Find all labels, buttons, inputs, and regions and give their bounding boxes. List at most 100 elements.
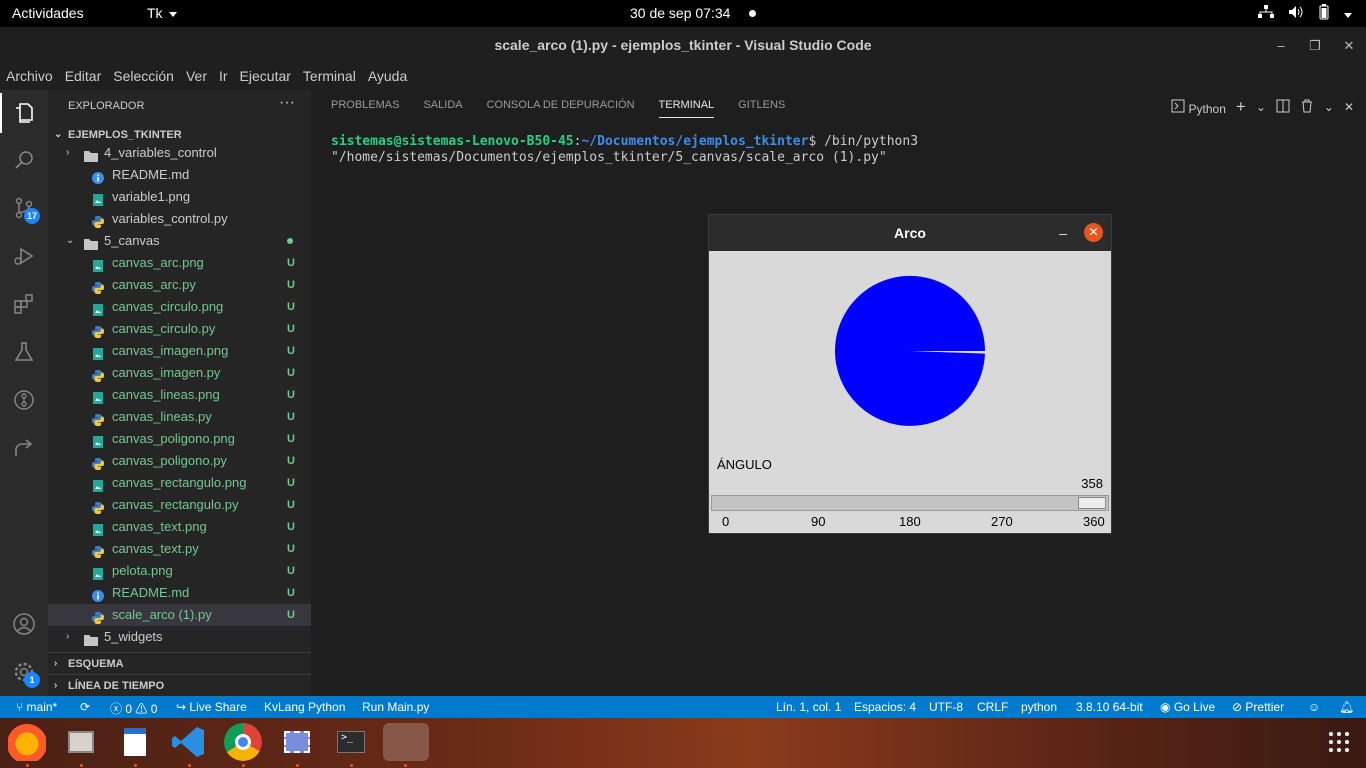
tab-salida[interactable]: SALIDA <box>423 99 462 118</box>
outline-section[interactable]: › ESQUEMA <box>48 652 311 674</box>
tree-folder[interactable]: ⌄ 5_canvas <box>48 230 311 252</box>
more-actions-icon[interactable]: ··· <box>279 94 295 112</box>
run-main-button[interactable]: Run Main.py <box>362 700 429 714</box>
tk-title-bar[interactable]: Arco – ✕ <box>709 215 1111 251</box>
tab-terminal[interactable]: TERMINAL <box>658 99 715 118</box>
tree-file[interactable]: canvas_rectangulo.py U <box>48 494 311 516</box>
kvlang-button[interactable]: KvLang Python <box>264 700 345 714</box>
tree-file[interactable]: README.md U <box>48 582 311 604</box>
network-icon[interactable] <box>1258 5 1274 22</box>
system-tray[interactable] <box>1258 4 1352 23</box>
close-icon[interactable]: ✕ <box>1332 27 1366 64</box>
system-menu-chevron-icon[interactable] <box>1344 6 1352 22</box>
tree-folder[interactable]: › 5_widgets <box>48 626 311 648</box>
files-icon[interactable] <box>62 723 100 761</box>
indentation[interactable]: Espacios: 4 <box>854 700 916 714</box>
menu-terminal[interactable]: Terminal <box>297 64 362 90</box>
close-icon[interactable]: ✕ <box>1084 223 1103 242</box>
show-apps-grid-icon[interactable] <box>1320 723 1358 761</box>
vscode-icon[interactable] <box>170 723 208 761</box>
tree-file[interactable]: canvas_imagen.png U <box>48 340 311 362</box>
feedback-icon[interactable]: ☺ <box>1308 700 1320 714</box>
tree-file[interactable]: canvas_poligono.py U <box>48 450 311 472</box>
tree-folder[interactable]: › 4_variables_control <box>48 142 311 164</box>
tree-file[interactable]: canvas_lineas.py U <box>48 406 311 428</box>
restore-icon[interactable]: ❐ <box>1298 27 1332 64</box>
activities-button[interactable]: Actividades <box>12 5 84 21</box>
new-terminal-icon[interactable]: + <box>1236 97 1246 117</box>
tree-file[interactable]: canvas_text.py U <box>48 538 311 560</box>
menu-editar[interactable]: Editar <box>59 64 108 90</box>
live-share-icon[interactable] <box>0 428 48 468</box>
run-debug-icon[interactable] <box>0 236 48 276</box>
go-live-button[interactable]: ◉ Go Live <box>1160 700 1215 714</box>
tree-file[interactable]: canvas_rectangulo.png U <box>48 472 311 494</box>
tree-file[interactable]: canvas_imagen.py U <box>48 362 311 384</box>
cursor-position[interactable]: Lín. 1, col. 1 <box>776 700 841 714</box>
timeline-section[interactable]: › LÍNEA DE TIEMPO <box>48 674 311 696</box>
notifications-bell-icon[interactable]: 🔔︎ <box>1339 700 1354 714</box>
python-interpreter[interactable]: 3.8.10 64-bit <box>1076 700 1143 714</box>
testing-flask-icon[interactable] <box>0 332 48 372</box>
tree-file[interactable]: variables_control.py <box>48 208 311 230</box>
text-editor-icon[interactable] <box>116 723 154 761</box>
terminal-app-icon[interactable]: >_ <box>332 723 370 761</box>
extensions-icon[interactable] <box>0 284 48 324</box>
app-menu-button[interactable]: Tk <box>147 5 177 21</box>
sync-icon[interactable]: ⟳ <box>80 700 90 714</box>
volume-icon[interactable] <box>1288 5 1304 22</box>
tree-file[interactable]: canvas_lineas.png U <box>48 384 311 406</box>
encoding[interactable]: UTF-8 <box>929 700 963 714</box>
clock[interactable]: 30 de sep 07:34 <box>630 5 730 21</box>
terminal-shell-selector[interactable]: Python <box>1171 99 1226 116</box>
split-terminal-icon[interactable] <box>1276 99 1290 116</box>
tree-item-label: 5_widgets <box>104 629 163 644</box>
source-control-icon[interactable]: 17 <box>0 188 48 228</box>
tree-file[interactable]: canvas_poligono.png U <box>48 428 311 450</box>
menu-seleccion[interactable]: Selección <box>107 64 180 90</box>
branch-indicator[interactable]: ⑂ main* <box>16 700 57 714</box>
explorer-icon[interactable] <box>0 93 48 133</box>
screenshot-tool-icon[interactable] <box>278 723 316 761</box>
language-mode[interactable]: python <box>1021 700 1057 714</box>
angle-scale[interactable] <box>711 495 1109 511</box>
problems-indicator[interactable]: ⓧ 0 ⚠ 0 <box>110 700 157 717</box>
trash-icon[interactable] <box>1300 99 1314 116</box>
tree-file[interactable]: canvas_text.png U <box>48 516 311 538</box>
menu-ejecutar[interactable]: Ejecutar <box>234 64 297 90</box>
tree-file[interactable]: scale_arco (1).py U <box>48 604 311 626</box>
menu-ver[interactable]: Ver <box>180 64 213 90</box>
tab-problemas[interactable]: PROBLEMAS <box>331 99 399 118</box>
menu-archivo[interactable]: Archivo <box>0 64 59 90</box>
menu-ir[interactable]: Ir <box>213 64 234 90</box>
tree-file[interactable]: canvas_arc.py U <box>48 274 311 296</box>
search-icon[interactable] <box>0 140 48 180</box>
gnome-top-bar: Actividades Tk 30 de sep 07:34 <box>0 0 1366 27</box>
chevron-down-icon[interactable]: ⌄ <box>1256 100 1266 114</box>
minimize-icon[interactable]: ‒ <box>1264 27 1298 64</box>
prettier-button[interactable]: ⊘ Prettier <box>1232 700 1284 714</box>
tree-file[interactable]: canvas_arc.png U <box>48 252 311 274</box>
end-of-line[interactable]: CRLF <box>977 700 1008 714</box>
tk-app-icon[interactable] <box>383 723 429 761</box>
account-icon[interactable] <box>0 604 48 644</box>
close-panel-icon[interactable]: ✕ <box>1344 100 1354 114</box>
tree-file[interactable]: variable1.png <box>48 186 311 208</box>
settings-gear-icon[interactable]: 1 <box>0 652 48 692</box>
firefox-icon[interactable] <box>8 723 46 761</box>
terminal-output[interactable]: sistemas@sistemas-Lenovo-B50-45:~/Docume… <box>331 134 1351 166</box>
chrome-icon[interactable] <box>224 723 262 761</box>
scale-slider-handle[interactable] <box>1077 497 1106 509</box>
tab-gitlens[interactable]: GITLENS <box>738 99 785 118</box>
tree-file[interactable]: canvas_circulo.py U <box>48 318 311 340</box>
battery-icon[interactable] <box>1318 4 1330 23</box>
tree-file[interactable]: README.md <box>48 164 311 186</box>
maximize-panel-chevron-icon[interactable]: ⌄ <box>1324 100 1334 114</box>
tree-file[interactable]: pelota.png U <box>48 560 311 582</box>
tree-file[interactable]: canvas_circulo.png U <box>48 296 311 318</box>
live-share-button[interactable]: ↪ Live Share <box>176 700 247 714</box>
gitlens-icon[interactable] <box>0 380 48 420</box>
minimize-icon[interactable]: – <box>1059 215 1067 251</box>
tab-consola-depuracion[interactable]: CONSOLA DE DEPURACIÓN <box>487 99 635 118</box>
menu-ayuda[interactable]: Ayuda <box>362 64 413 90</box>
